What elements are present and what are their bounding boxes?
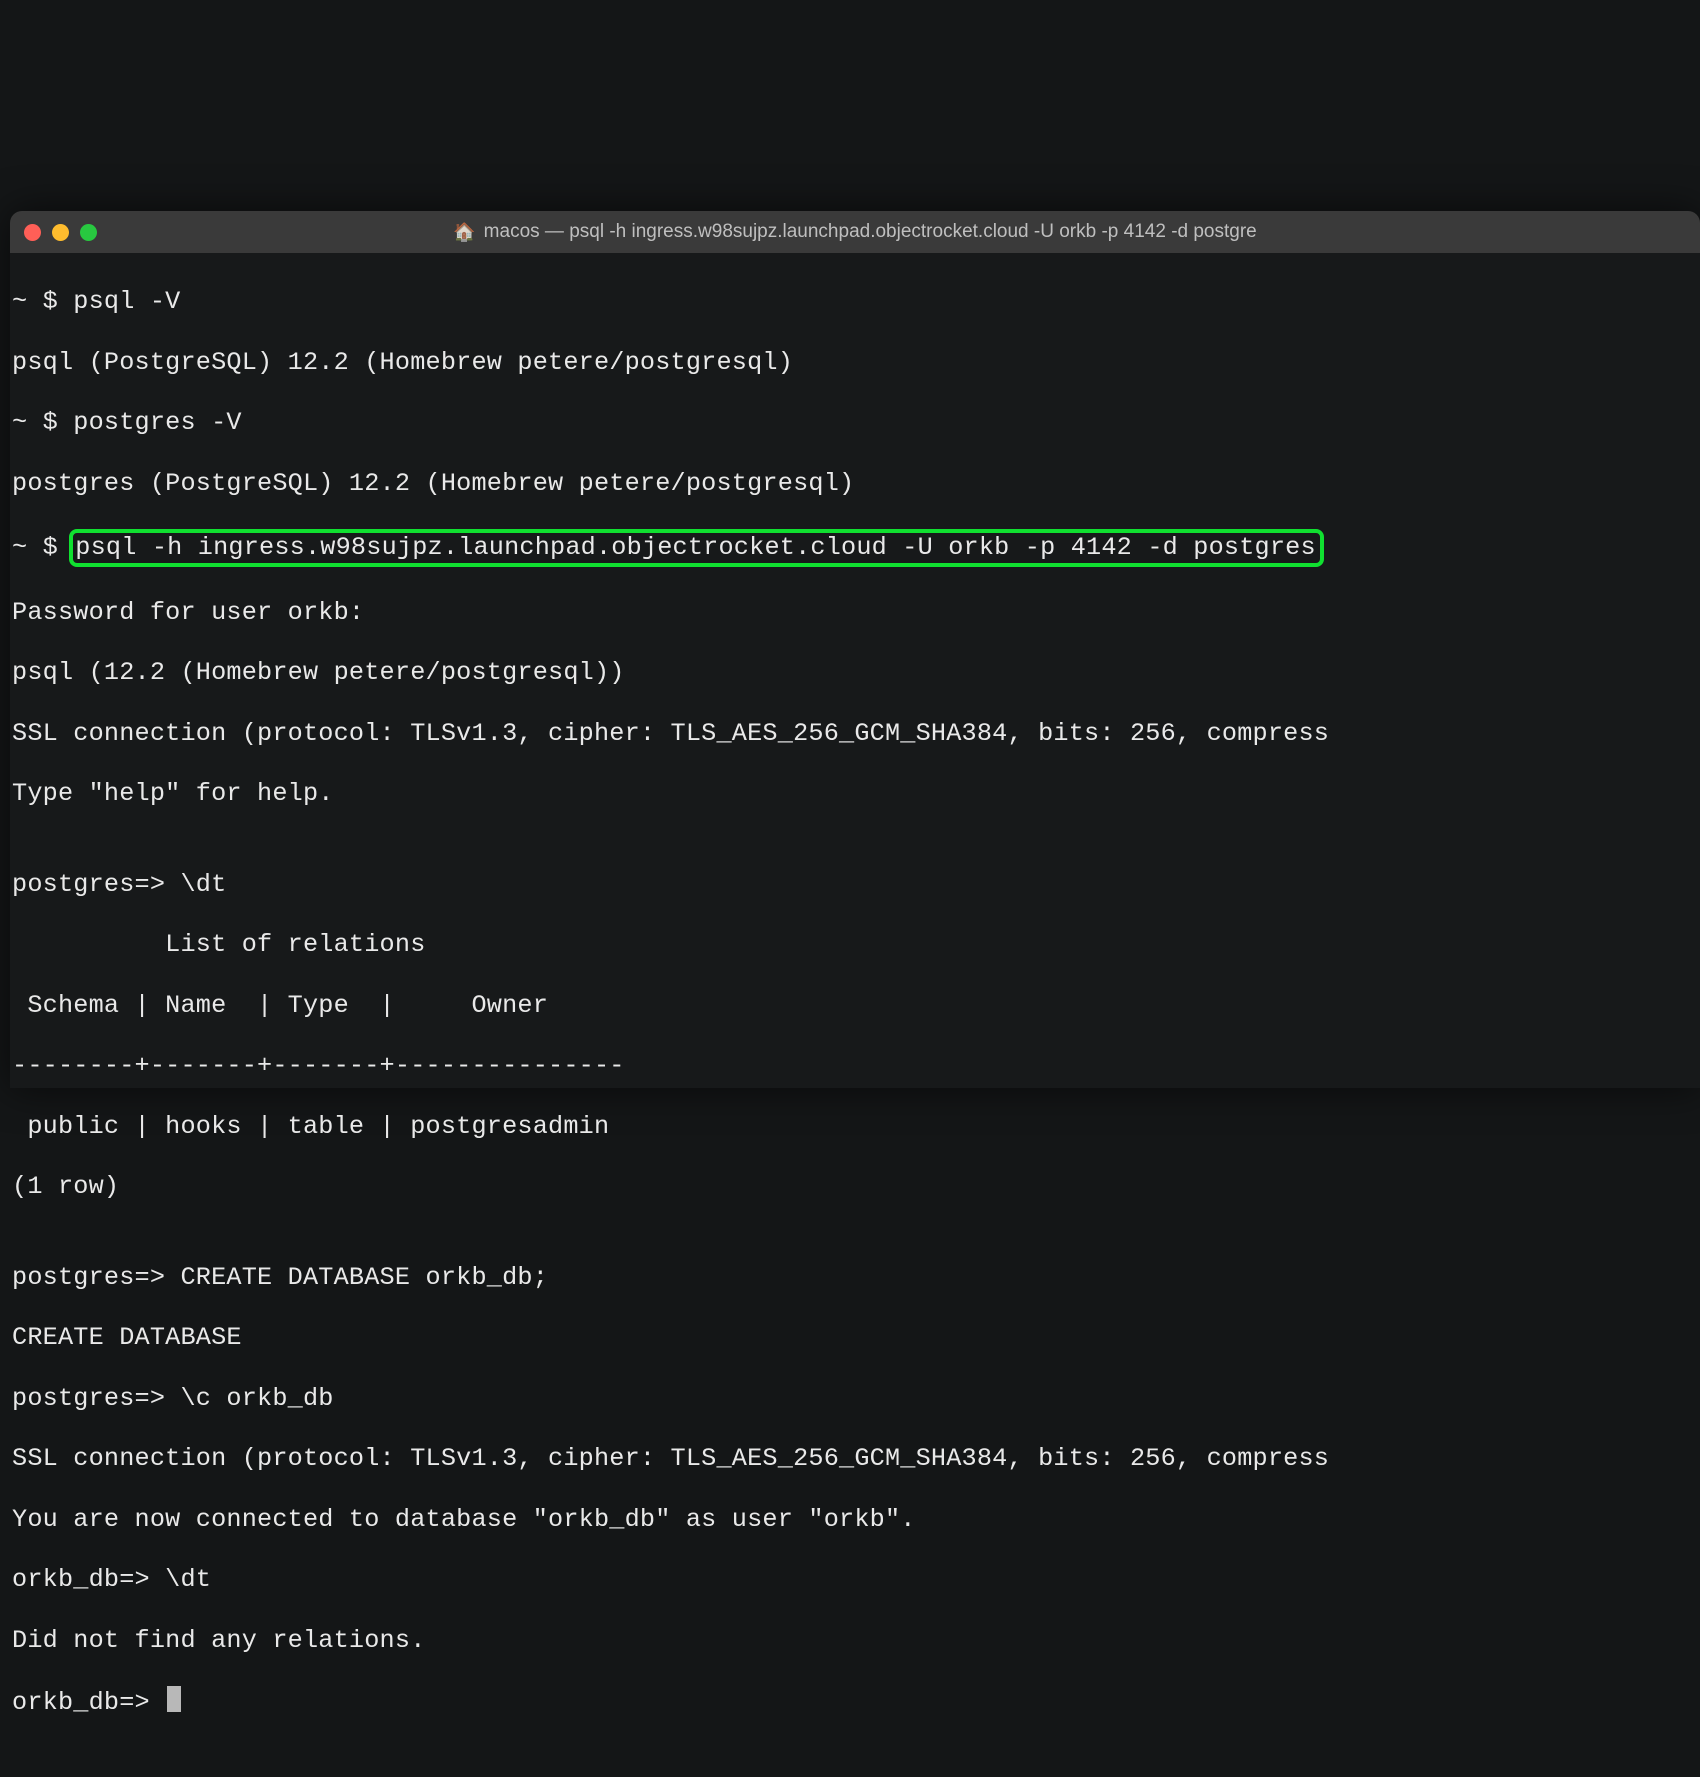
output-line: ~ $ postgres -V [12, 408, 1700, 438]
home-icon: 🏠 [453, 222, 475, 243]
window-title: 🏠 macos — psql -h ingress.w98sujpz.launc… [10, 221, 1700, 243]
output-line: You are now connected to database "orkb_… [12, 1505, 1700, 1535]
output-line: List of relations [12, 930, 1700, 960]
command-highlight-box: psql -h ingress.w98sujpz.launchpad.objec… [69, 529, 1324, 567]
current-prompt: orkb_db=> [12, 1688, 165, 1717]
output-line: psql (12.2 (Homebrew petere/postgresql)) [12, 658, 1700, 688]
output-line: CREATE DATABASE [12, 1323, 1700, 1353]
prompt: ~ $ [12, 533, 73, 562]
window-title-text: macos — psql -h ingress.w98sujpz.launchp… [484, 221, 1257, 243]
output-line: SSL connection (protocol: TLSv1.3, ciphe… [12, 719, 1700, 749]
terminal-window: 🏠 macos — psql -h ingress.w98sujpz.launc… [10, 211, 1700, 1088]
table-row: public | hooks | table | postgresadmin [12, 1112, 1700, 1142]
output-line: (1 row) [12, 1172, 1700, 1202]
table-divider-line: --------+-------+-------+--------------- [12, 1051, 1700, 1081]
prompt-line[interactable]: orkb_db=> [12, 1686, 1700, 1718]
output-line: Type "help" for help. [12, 779, 1700, 809]
highlighted-command-line: ~ $ psql -h ingress.w98sujpz.launchpad.o… [12, 529, 1700, 567]
output-line: postgres (PostgreSQL) 12.2 (Homebrew pet… [12, 469, 1700, 499]
table-header-line: Schema | Name | Type | Owner [12, 991, 1700, 1021]
output-line: orkb_db=> \dt [12, 1565, 1700, 1595]
output-line: ~ $ psql -V [12, 287, 1700, 317]
output-line: postgres=> CREATE DATABASE orkb_db; [12, 1263, 1700, 1293]
zoom-button[interactable] [80, 224, 97, 241]
output-line: SSL connection (protocol: TLSv1.3, ciphe… [12, 1444, 1700, 1474]
minimize-button[interactable] [52, 224, 69, 241]
output-line: psql (PostgreSQL) 12.2 (Homebrew petere/… [12, 348, 1700, 378]
window-title-bar: 🏠 macos — psql -h ingress.w98sujpz.launc… [10, 211, 1700, 253]
cursor-icon [167, 1686, 181, 1712]
output-line: postgres=> \dt [12, 870, 1700, 900]
traffic-lights [24, 224, 97, 241]
terminal-output[interactable]: ~ $ psql -V psql (PostgreSQL) 12.2 (Home… [10, 253, 1700, 1777]
output-line: Did not find any relations. [12, 1626, 1700, 1656]
output-line: Password for user orkb: [12, 598, 1700, 628]
output-line: postgres=> \c orkb_db [12, 1384, 1700, 1414]
close-button[interactable] [24, 224, 41, 241]
